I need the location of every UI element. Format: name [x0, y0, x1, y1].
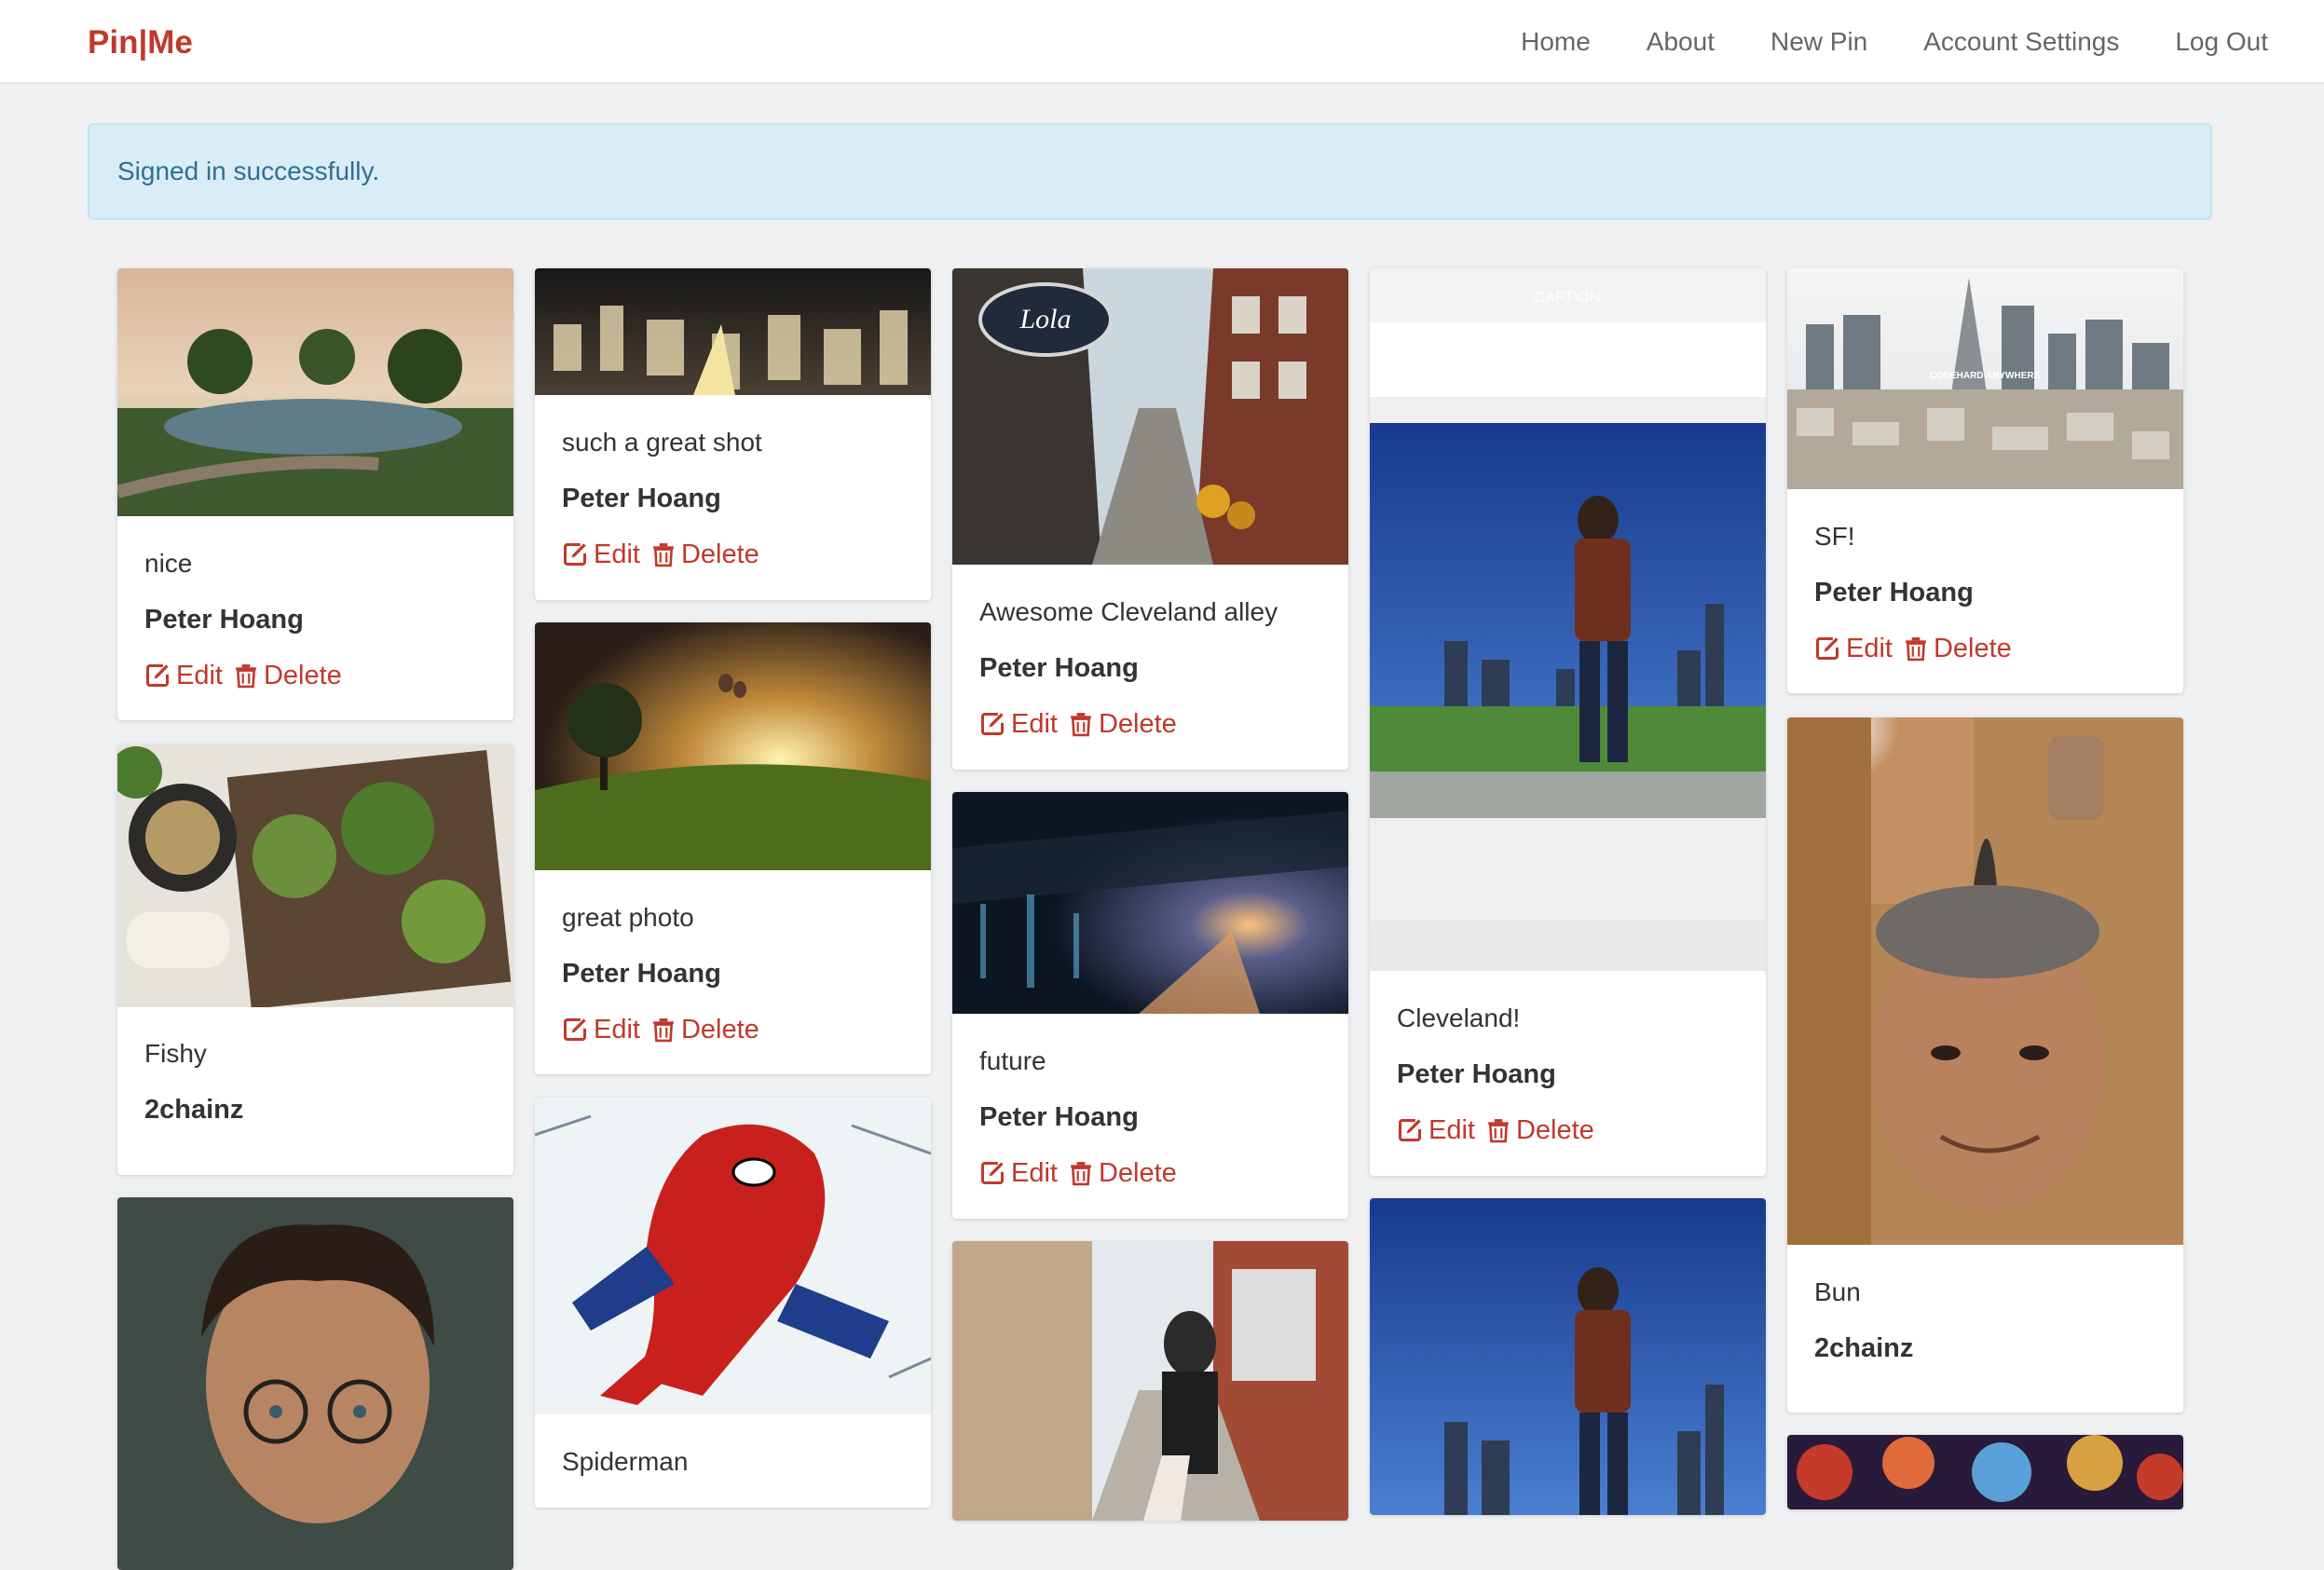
pin-image[interactable]: [952, 792, 1348, 1014]
pin-card[interactable]: [117, 1197, 513, 1570]
delete-link[interactable]: Delete: [681, 539, 759, 570]
nav-home[interactable]: Home: [1521, 26, 1591, 58]
edit-link[interactable]: Edit: [1429, 1114, 1475, 1146]
pin-card[interactable]: Fishy 2chainz: [117, 744, 513, 1175]
pin-description: Spiderman: [562, 1447, 689, 1476]
pin-image[interactable]: [535, 622, 931, 870]
brand-logo[interactable]: Pin|Me: [88, 22, 193, 63]
pin-actions: Edit Delete: [562, 539, 759, 570]
main-nav: Home About New Pin Account Settings Log …: [1521, 0, 2324, 84]
pin-user[interactable]: 2chainz: [144, 1094, 243, 1126]
nav-new-pin[interactable]: New Pin: [1770, 26, 1867, 58]
edit-icon[interactable]: [1814, 635, 1840, 662]
pin-image[interactable]: [1787, 1435, 2183, 1509]
pin-actions: Edit Delete: [1397, 1114, 1594, 1146]
pin-image[interactable]: [1787, 717, 2183, 1245]
pin-user[interactable]: Peter Hoang: [562, 958, 721, 990]
pin-user[interactable]: Peter Hoang: [144, 604, 304, 635]
pin-description: such a great shot: [562, 428, 762, 457]
delete-link[interactable]: Delete: [1934, 633, 2012, 664]
edit-icon[interactable]: [979, 1160, 1005, 1186]
edit-icon[interactable]: [979, 711, 1005, 737]
nav-about[interactable]: About: [1647, 26, 1715, 58]
trash-icon[interactable]: [234, 662, 258, 689]
pin-actions: Edit Delete: [144, 660, 342, 691]
trash-icon[interactable]: [651, 541, 676, 567]
pin-image[interactable]: [535, 268, 931, 395]
pin-user[interactable]: Peter Hoang: [979, 1101, 1139, 1133]
pin-actions: Edit Delete: [562, 1014, 759, 1045]
pin-image[interactable]: [117, 1197, 513, 1570]
sf-image-text: CODEHARD ANYWHERE: [1930, 371, 2041, 381]
trash-icon[interactable]: [1069, 711, 1093, 737]
pin-card[interactable]: Lola Awesome Cleveland alley Peter Hoang…: [952, 268, 1348, 770]
edit-link[interactable]: Edit: [594, 539, 640, 570]
pin-description: SF!: [1814, 522, 1855, 551]
pin-user[interactable]: Peter Hoang: [562, 483, 721, 514]
delete-link[interactable]: Delete: [1516, 1114, 1594, 1146]
pin-user[interactable]: Peter Hoang: [1814, 577, 1974, 608]
pin-card[interactable]: [1370, 1198, 1766, 1515]
pin-image[interactable]: CAPTION: [1370, 268, 1766, 971]
pin-description: great photo: [562, 903, 694, 932]
pin-description: Fishy: [144, 1039, 207, 1068]
pin-description: future: [979, 1046, 1046, 1075]
pin-description: Cleveland!: [1397, 1003, 1521, 1032]
pin-image[interactable]: [117, 268, 513, 516]
caption-overlay: CAPTION: [1534, 290, 1600, 306]
pin-description: Bun: [1814, 1277, 1861, 1306]
edit-link[interactable]: Edit: [1846, 633, 1893, 664]
delete-link[interactable]: Delete: [681, 1014, 759, 1045]
edit-icon[interactable]: [562, 1017, 588, 1043]
delete-link[interactable]: Delete: [1099, 1157, 1177, 1189]
edit-icon[interactable]: [144, 662, 171, 689]
edit-icon[interactable]: [562, 541, 588, 567]
edit-link[interactable]: Edit: [1011, 708, 1058, 740]
pin-card[interactable]: [1787, 1435, 2183, 1509]
pin-image[interactable]: [1370, 1198, 1766, 1515]
pin-card[interactable]: [952, 1241, 1348, 1521]
svg-text:Lola: Lola: [1018, 304, 1071, 334]
pin-card[interactable]: Spiderman: [535, 1098, 931, 1508]
nav-account-settings[interactable]: Account Settings: [1923, 26, 2119, 58]
flash-alert: Signed in successfully.: [88, 123, 2212, 220]
pin-image[interactable]: Lola: [952, 268, 1348, 565]
trash-icon[interactable]: [1069, 1160, 1093, 1186]
edit-link[interactable]: Edit: [594, 1014, 640, 1045]
pin-image[interactable]: [952, 1241, 1348, 1521]
pin-user[interactable]: Peter Hoang: [979, 652, 1139, 684]
trash-icon[interactable]: [1486, 1117, 1511, 1143]
pin-card[interactable]: such a great shot Peter Hoang Edit Delet…: [535, 268, 931, 600]
pin-image[interactable]: [117, 744, 513, 1007]
pin-card[interactable]: future Peter Hoang Edit Delete: [952, 792, 1348, 1219]
trash-icon[interactable]: [651, 1017, 676, 1043]
pin-actions: Edit Delete: [1814, 633, 2012, 664]
edit-link[interactable]: Edit: [176, 660, 223, 691]
pin-actions: Edit Delete: [979, 708, 1177, 740]
pin-description: Awesome Cleveland alley: [979, 597, 1278, 626]
pin-card[interactable]: great photo Peter Hoang Edit Delete: [535, 622, 931, 1074]
navbar: Pin|Me Home About New Pin Account Settin…: [0, 0, 2324, 84]
delete-link[interactable]: Delete: [264, 660, 342, 691]
pin-user[interactable]: Peter Hoang: [1397, 1058, 1556, 1090]
pin-card[interactable]: Bun 2chainz: [1787, 717, 2183, 1413]
pin-card[interactable]: nice Peter Hoang Edit Delete: [117, 268, 513, 720]
pin-card[interactable]: CAPTION Cleveland! Peter Hoang Edit Dele…: [1370, 268, 1766, 1176]
pin-image[interactable]: [535, 1098, 931, 1414]
pin-card[interactable]: CODEHARD ANYWHERE SF! Peter Hoang Edit D…: [1787, 268, 2183, 693]
nav-log-out[interactable]: Log Out: [2175, 26, 2268, 58]
pin-user[interactable]: 2chainz: [1814, 1332, 1913, 1364]
pin-description: nice: [144, 549, 193, 578]
delete-link[interactable]: Delete: [1099, 708, 1177, 740]
trash-icon[interactable]: [1904, 635, 1928, 662]
edit-link[interactable]: Edit: [1011, 1157, 1058, 1189]
pin-actions: Edit Delete: [979, 1157, 1177, 1189]
edit-icon[interactable]: [1397, 1117, 1423, 1143]
pin-image[interactable]: CODEHARD ANYWHERE: [1787, 268, 2183, 489]
